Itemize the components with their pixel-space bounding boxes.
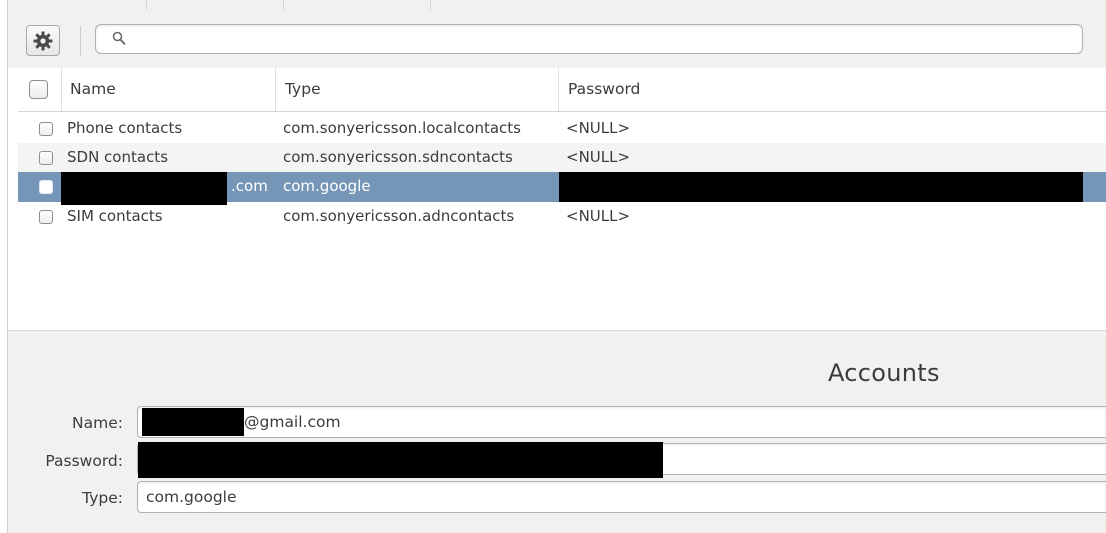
table-header: Name Type Password xyxy=(18,68,1106,112)
password-label: Password: xyxy=(45,452,123,470)
row-checkbox[interactable] xyxy=(39,122,53,136)
toolbar-separator xyxy=(80,26,81,56)
toolbar xyxy=(8,10,1106,68)
row-checkbox[interactable] xyxy=(39,180,53,194)
tab-right[interactable] xyxy=(430,0,1106,10)
search-input[interactable] xyxy=(132,27,1076,53)
name-field-value: @gmail.com xyxy=(244,413,341,431)
tab-strip xyxy=(8,0,1106,10)
gear-icon xyxy=(33,31,53,50)
search-box[interactable] xyxy=(95,24,1083,54)
type-label: Type: xyxy=(82,489,123,507)
redacted-name-prefix xyxy=(142,408,244,436)
column-header-password[interactable]: Password xyxy=(568,68,640,111)
table-row-selected[interactable]: .com com.google xyxy=(18,172,1106,205)
column-header-type[interactable]: Type xyxy=(285,68,321,111)
column-separator xyxy=(558,68,559,111)
column-header-name[interactable]: Name xyxy=(70,68,116,111)
table-row[interactable]: SIM contacts com.sonyericsson.adncontact… xyxy=(18,202,1106,231)
password-field[interactable] xyxy=(137,442,1106,478)
accounts-table: Name Type Password Phone contacts com.so… xyxy=(18,68,1106,330)
row-name: SDN contacts xyxy=(67,148,169,166)
column-separator xyxy=(275,68,276,111)
row-type: com.sonyericsson.localcontacts xyxy=(283,119,521,137)
account-details-panel: Accounts Name: @gmail.com Password: Type… xyxy=(8,331,1106,533)
row-type: com.google xyxy=(283,177,371,195)
type-field-value: com.google xyxy=(146,488,237,506)
row-checkbox[interactable] xyxy=(39,210,53,224)
tab-left[interactable] xyxy=(146,0,284,10)
redacted-password xyxy=(559,172,1083,202)
name-field[interactable]: @gmail.com xyxy=(137,406,1106,438)
row-checkbox[interactable] xyxy=(39,151,53,165)
settings-button[interactable] xyxy=(26,25,60,56)
redacted-password-value xyxy=(138,442,663,478)
select-all-checkbox[interactable] xyxy=(29,80,48,99)
row-name: .com xyxy=(231,177,268,195)
row-type: com.sonyericsson.sdncontacts xyxy=(283,148,513,166)
row-type: com.sonyericsson.adncontacts xyxy=(283,207,515,225)
table-row[interactable]: Phone contacts com.sonyericsson.localcon… xyxy=(18,114,1106,143)
name-label: Name: xyxy=(72,414,123,432)
type-field[interactable]: com.google xyxy=(137,481,1106,513)
redacted-name xyxy=(61,172,227,205)
row-password: <NULL> xyxy=(566,119,631,137)
row-name: Phone contacts xyxy=(67,119,183,137)
row-password: <NULL> xyxy=(566,148,631,166)
table-row[interactable]: SDN contacts com.sonyericsson.sdncontact… xyxy=(18,143,1106,172)
column-separator xyxy=(61,68,62,111)
search-icon xyxy=(112,31,126,51)
details-title: Accounts xyxy=(828,359,940,387)
row-name: SIM contacts xyxy=(67,207,163,225)
row-password: <NULL> xyxy=(566,207,631,225)
